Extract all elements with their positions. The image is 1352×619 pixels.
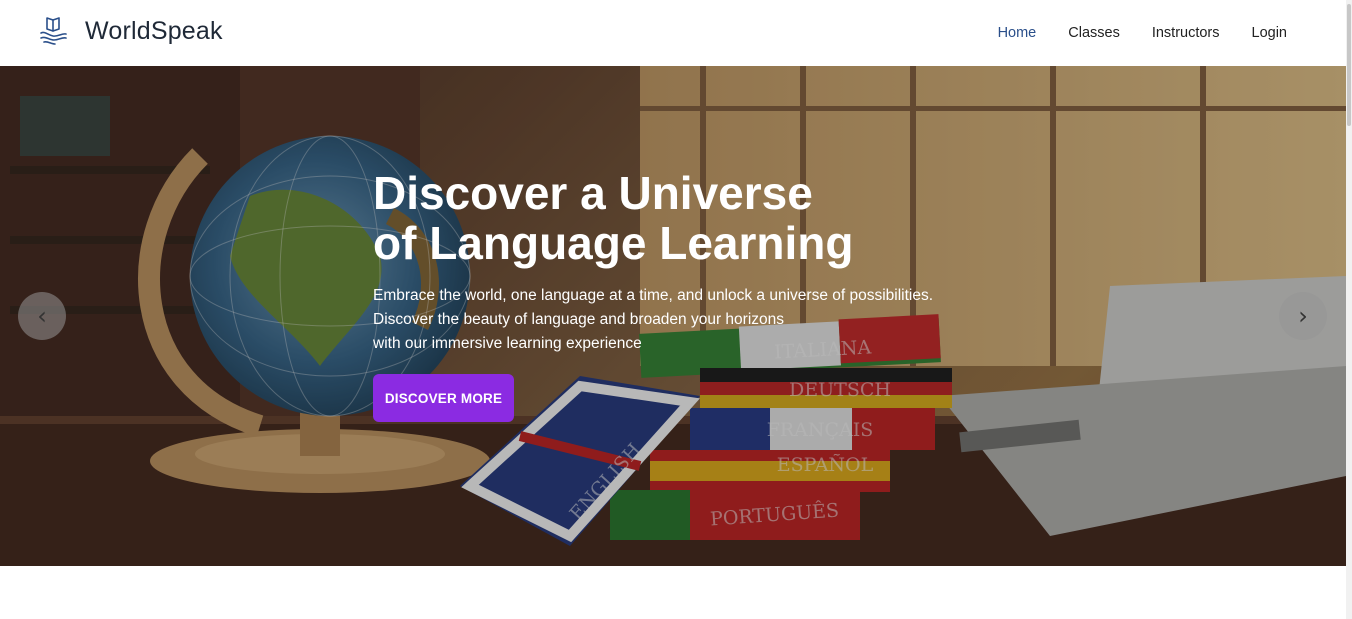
chevron-right-icon: ›: [1298, 302, 1308, 330]
hero-title: Discover a Universe of Language Learning: [373, 168, 933, 268]
page-scrollbar[interactable]: [1346, 0, 1352, 619]
hero-carousel: ITALIANA DEUTSCH FRANÇAIS ESPAÑOL PORTUGUÊS E…: [0, 66, 1346, 566]
hero-text-line3: with our immersive learning experience: [373, 335, 642, 352]
brand[interactable]: WorldSpeak: [38, 15, 223, 47]
nav-login[interactable]: Login: [1252, 25, 1287, 41]
brand-name: WorldSpeak: [85, 16, 223, 45]
discover-more-button[interactable]: DISCOVER MORE: [373, 374, 514, 422]
hero-title-line1: Discover a Universe: [373, 167, 813, 219]
chevron-left-icon: ‹: [37, 302, 47, 330]
hero-text-line2: Discover the beauty of language and broa…: [373, 311, 785, 328]
book-hand-icon: [40, 17, 67, 45]
nav-classes[interactable]: Classes: [1068, 25, 1120, 41]
nav-instructors[interactable]: Instructors: [1152, 25, 1220, 41]
nav-home[interactable]: Home: [998, 25, 1037, 41]
hero-text-line1: Embrace the world, one language at a tim…: [373, 287, 934, 304]
navbar: WorldSpeak Home Classes Instructors Logi…: [0, 0, 1346, 66]
main-nav: Home Classes Instructors Login: [966, 0, 1287, 66]
carousel-prev-button[interactable]: ‹: [18, 292, 66, 340]
hero-title-line2: of Language Learning: [373, 217, 854, 269]
hero-description: Embrace the world, one language at a tim…: [373, 284, 973, 356]
carousel-next-button[interactable]: ›: [1279, 292, 1327, 340]
scrollbar-thumb[interactable]: [1347, 4, 1351, 126]
